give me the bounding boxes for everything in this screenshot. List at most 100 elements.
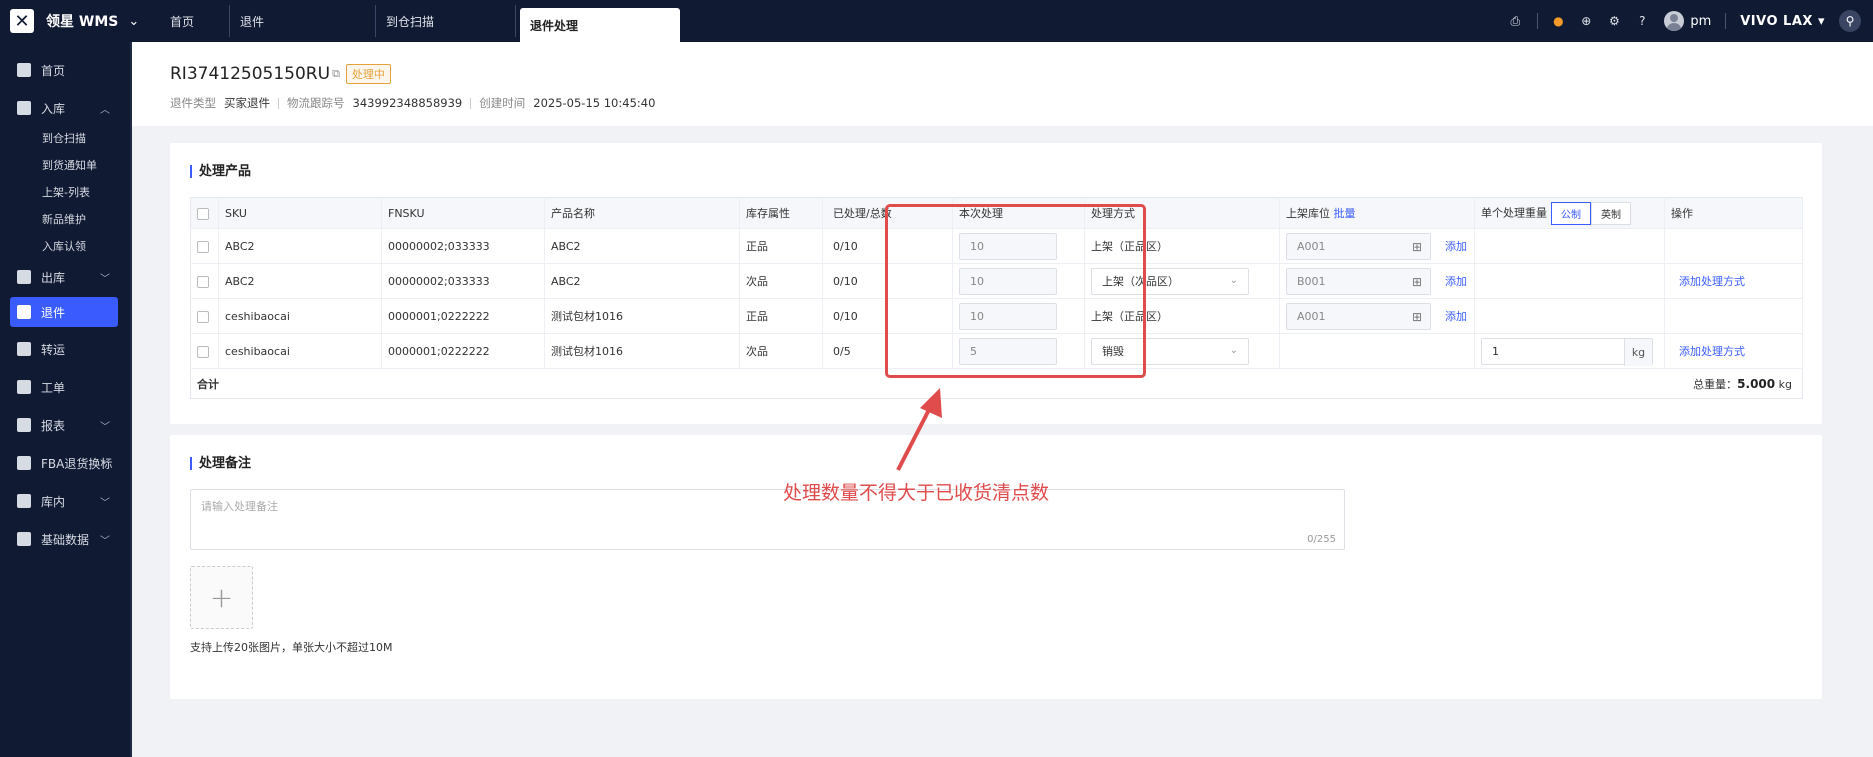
sidebar-item-reports[interactable]: 报表 ﹀ [0, 409, 130, 441]
cell-location [1279, 333, 1475, 369]
cell-sku: ceshibaocai [218, 333, 382, 369]
brand-name: 领星 WMS [46, 14, 119, 30]
chevron-down-icon[interactable]: ⌄ [128, 14, 139, 29]
fba-icon [17, 456, 31, 470]
meta-key: 退件类型 [170, 96, 216, 110]
print-icon[interactable]: ⎙ [1507, 13, 1523, 29]
grid-icon[interactable]: ⊞ [1412, 240, 1422, 254]
cell-attr: 次品 [739, 333, 823, 369]
cell-attr: 次品 [739, 263, 823, 299]
grid-icon[interactable]: ⊞ [1412, 275, 1422, 289]
return-id: RI37412505150RU [170, 64, 331, 84]
add-location-link[interactable]: 添加 [1445, 308, 1467, 324]
row-select[interactable] [190, 333, 219, 369]
meta-value: 2025-05-15 10:45:40 [533, 96, 656, 110]
tab-arrival-scan[interactable]: 到仓扫描 [376, 5, 516, 37]
download-icon[interactable]: ⊕ [1578, 13, 1594, 29]
copy-icon[interactable]: ⧉ [332, 67, 340, 81]
divider [470, 97, 472, 109]
cell-fnsku: 0000001;0222222 [381, 298, 545, 334]
sidebar-item-work-order[interactable]: 工单 [0, 371, 130, 403]
page-title: RI37412505150RU ⧉ 处理中 [170, 64, 391, 84]
tab-home[interactable]: 首页 [160, 5, 230, 37]
location-input[interactable]: A001 ⊞ [1286, 232, 1431, 260]
upload-image-button[interactable]: + [190, 566, 253, 629]
transfer-icon [17, 342, 31, 356]
cell-attr: 正品 [739, 228, 823, 264]
warehouse-selector[interactable]: VIVO LAX ▾ [1740, 14, 1825, 29]
sidebar-item-fba-relabel[interactable]: FBA退货换标 ﹀ [0, 447, 130, 479]
unit-imperial[interactable]: 英制 [1591, 201, 1631, 225]
sidebar-item-outbound[interactable]: 出库 ﹀ [0, 261, 130, 293]
search-icon[interactable]: ⚲ [1839, 10, 1861, 32]
avatar[interactable] [1664, 11, 1685, 31]
sidebar-item-inbound[interactable]: 入库 ︿ [0, 92, 130, 124]
chevron-down-icon: ﹀ [100, 497, 110, 509]
cell-fnsku: 00000002;033333 [381, 263, 545, 299]
checkbox[interactable] [197, 310, 209, 323]
cell-attr: 正品 [739, 298, 823, 334]
outbound-icon [17, 270, 31, 284]
add-location-link[interactable]: 添加 [1445, 238, 1467, 254]
select-all[interactable] [190, 197, 219, 229]
row-select[interactable] [190, 263, 219, 299]
add-method-link[interactable]: 添加处理方式 [1679, 275, 1745, 288]
grid-icon[interactable]: ⊞ [1412, 310, 1422, 324]
sidebar-subitem-arrival-notice[interactable]: 到货通知单 [0, 151, 130, 178]
user-name[interactable]: pm [1690, 14, 1711, 29]
total-label: 合计 [190, 368, 382, 399]
cell-weight [1474, 263, 1665, 299]
checkbox[interactable] [197, 240, 209, 253]
chevron-down-icon: ⌄ [1229, 344, 1238, 356]
sidebar-subitem-inbound-claim[interactable]: 入库认领 [0, 232, 130, 259]
page-header: RI37412505150RU ⧉ 处理中 退件类型 买家退件 物流跟踪号 34… [132, 42, 1873, 126]
remark-input[interactable]: 请输入处理备注 0/255 [190, 489, 1345, 550]
batch-link[interactable]: 批量 [1334, 207, 1356, 220]
sidebar-item-transfer[interactable]: 转运 [0, 333, 130, 365]
help-icon[interactable]: ? [1634, 13, 1650, 29]
brand[interactable]: ✕ 领星 WMS ⌄ [0, 0, 160, 42]
cell-weight [1474, 228, 1665, 264]
top-right-tools: ⎙ ● ⊕ ⚙ ? pm VIVO LAX ▾ ⚲ [1495, 0, 1873, 42]
weight-input[interactable]: 1 kg [1481, 337, 1653, 366]
add-method-link[interactable]: 添加处理方式 [1679, 345, 1745, 358]
sidebar-item-home[interactable]: 首页 [0, 54, 130, 86]
row-select[interactable] [190, 298, 219, 334]
cell-weight [1474, 298, 1665, 334]
weight-unit: kg [1624, 338, 1652, 366]
unit-toggle[interactable]: 公制 英制 [1551, 201, 1631, 225]
cell-location: A001 ⊞ 添加 [1279, 228, 1475, 264]
tab-bar: 首页 退件 到仓扫描 退件处理 [160, 0, 680, 42]
cell-location: A001 ⊞ 添加 [1279, 298, 1475, 334]
unit-metric[interactable]: 公制 [1551, 201, 1591, 225]
sidebar: 首页 入库 ︿ 到仓扫描 到货通知单 上架-列表 新品维护 入库认领 出库 ﹀ 退件… [0, 42, 130, 757]
annotation-highlight-box [885, 204, 1146, 378]
location-input[interactable]: B001 ⊞ [1286, 267, 1431, 295]
tab-return-processing[interactable]: 退件处理 [520, 8, 680, 42]
chevron-down-icon: ⌄ [1229, 274, 1238, 286]
cell-action: 添加处理方式 [1664, 333, 1803, 369]
cell-action [1664, 228, 1803, 264]
add-location-link[interactable]: 添加 [1445, 273, 1467, 289]
checkbox[interactable] [197, 345, 209, 358]
col-action: 操作 [1664, 197, 1803, 229]
row-select[interactable] [190, 228, 219, 264]
sidebar-subitem-new-product[interactable]: 新品维护 [0, 205, 130, 232]
settings-icon[interactable]: ⚙ [1606, 13, 1622, 29]
logo-icon: ✕ [10, 9, 34, 33]
checkbox[interactable] [197, 275, 209, 288]
sidebar-item-in-warehouse[interactable]: 库内 ﹀ [0, 485, 130, 517]
remark-placeholder: 请输入处理备注 [201, 500, 278, 513]
sidebar-subitem-arrival-scan[interactable]: 到仓扫描 [0, 124, 130, 151]
location-input[interactable]: A001 ⊞ [1286, 302, 1431, 330]
top-bar: ✕ 领星 WMS ⌄ 首页 退件 到仓扫描 退件处理 ⎙ ● ⊕ ⚙ ? pm … [0, 0, 1873, 42]
sidebar-subitem-putaway-list[interactable]: 上架-列表 [0, 178, 130, 205]
sidebar-item-basic-data[interactable]: 基础数据 ﹀ [0, 523, 130, 555]
cell-sku: ABC2 [218, 228, 382, 264]
robot-icon[interactable]: ● [1550, 13, 1566, 29]
section-title: 处理备注 [190, 457, 251, 470]
char-counter: 0/255 [1307, 534, 1336, 545]
sidebar-item-returns[interactable]: 退件 [10, 297, 118, 327]
tab-returns[interactable]: 退件 [230, 5, 376, 37]
checkbox[interactable] [197, 207, 209, 220]
